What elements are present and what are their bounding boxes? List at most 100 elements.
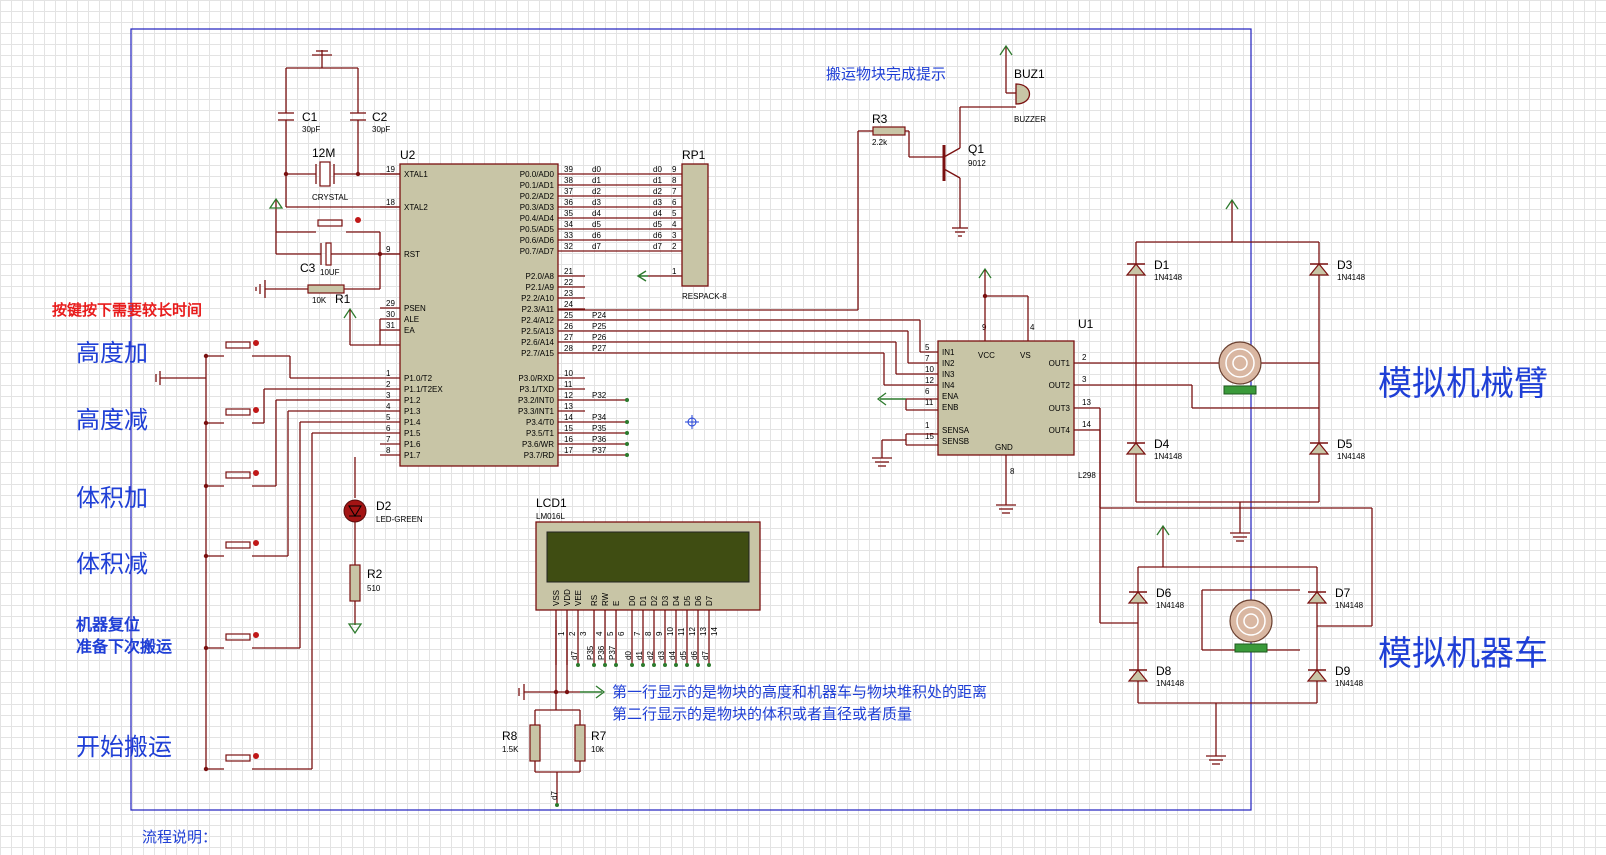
mcu-pin-number: 18: [386, 198, 395, 207]
net-label: d6: [653, 231, 662, 240]
net-label: d0: [592, 165, 601, 174]
mcu-pin-number: 15: [564, 424, 573, 433]
button-label-height-up: 高度加: [76, 339, 148, 367]
diode-symbol: [1308, 442, 1330, 455]
lcd-net-label: P35: [586, 645, 595, 660]
lcd1-module[interactable]: LCD1 LM016L VSS 1 VDD 2 VEE 3 d7 RS 4 P35 RW 5 P36 E 6…: [502, 496, 761, 807]
lcd-net-label: d0: [624, 651, 633, 660]
respack-rp1[interactable]: RP1 RESPACK-8 9 8 7 6 5 4 3 2 1: [636, 148, 727, 301]
push-button[interactable]: [225, 471, 251, 479]
push-button[interactable]: [225, 754, 251, 762]
mcu-pin-number: 37: [564, 187, 573, 196]
r2-ref: R2: [367, 567, 383, 581]
mcu-pin-number: 34: [564, 220, 573, 229]
l298-pin-number: 12: [925, 376, 934, 385]
button-indicator: [253, 340, 259, 346]
rp1-ref: RP1: [682, 148, 706, 162]
c2-ref: C2: [372, 110, 388, 124]
push-button[interactable]: [225, 541, 251, 549]
reset-circuit[interactable]: C3 10UF R1 10K: [255, 197, 400, 346]
r3-ref: R3: [872, 112, 888, 126]
lcd-pin-number: 14: [710, 627, 719, 636]
button-label-start: 开始搬运: [76, 733, 172, 761]
c3-value: 10UF: [320, 268, 340, 277]
mcu-pin-number: 5: [386, 413, 391, 422]
net-label: d2: [653, 187, 662, 196]
l298-pin-name: VCC: [978, 351, 995, 360]
mcu-pin-number: 35: [564, 209, 573, 218]
mcu-pin-name: P0.6/AD6: [520, 236, 555, 245]
net-label: d0: [653, 165, 662, 174]
button-label-height-down: 高度减: [76, 406, 148, 434]
rp1-pin-number: 2: [672, 242, 677, 251]
lcd-pin-number: 2: [568, 631, 577, 636]
lcd-net-label: d7: [570, 651, 579, 660]
net-label-d7-bottom: d7: [550, 791, 559, 800]
net-label: d6: [592, 231, 601, 240]
l298-pin-name: VS: [1020, 351, 1031, 360]
rp1-pin-number: 7: [672, 187, 677, 196]
net-label: P36: [592, 435, 607, 444]
net-label: d3: [592, 198, 601, 207]
l298-pin-name: SENSA: [942, 426, 970, 435]
lcd-pin-name: VDD: [563, 589, 572, 606]
l298-pin-name: OUT4: [1049, 426, 1071, 435]
cursor-marker: [685, 415, 699, 429]
net-label: d1: [653, 176, 662, 185]
push-button[interactable]: [225, 633, 251, 641]
mcu-pin-name: P1.5: [404, 429, 421, 438]
rp1-pin-number: 5: [672, 209, 677, 218]
net-label: P34: [592, 413, 607, 422]
net-terminal: [652, 663, 656, 667]
led-d2[interactable]: D2 LED-GREEN R2 510: [343, 457, 423, 635]
r8-value: 1.5K: [502, 745, 519, 754]
lcd-pin-number: 7: [633, 631, 642, 636]
c2-value: 30pF: [372, 125, 390, 134]
net-terminal: [625, 398, 629, 402]
diode-type: 1N4148: [1337, 452, 1366, 461]
mcu-pin-number: 25: [564, 311, 573, 320]
l298-pin-name: OUT1: [1049, 359, 1071, 368]
l298-pin-name: IN3: [942, 370, 955, 379]
mcu-pin-name: P1.2: [404, 396, 421, 405]
mcu-pin-number: 26: [564, 322, 573, 331]
l298-pin-name: IN2: [942, 359, 955, 368]
mcu-pin-name: P2.3/A11: [522, 305, 555, 314]
l298-pin-name: GND: [995, 443, 1013, 452]
motor-h-bridges[interactable]: D11N4148D31N4148D41N4148D51N4148D61N4148…: [1099, 198, 1373, 765]
crystal-circuit[interactable]: C1 30pF C2 30pF 12M CRYSTAL: [278, 50, 400, 208]
mcu-u2[interactable]: U2 19XTAL118XTAL29RST29PSEN30ALE31EA1P1.…: [380, 148, 938, 467]
l298-pin-name: OUT2: [1049, 381, 1071, 390]
net-terminal: [685, 663, 689, 667]
diode-symbol: [1127, 669, 1149, 682]
lcd-pin-number: 5: [606, 631, 615, 636]
mcu-pin-name: P0.1/AD1: [520, 181, 555, 190]
net-label: P26: [592, 333, 607, 342]
lcd-pin-name: RS: [590, 595, 599, 606]
lcd-pin-name: VEE: [574, 590, 583, 606]
diode-symbol: [1306, 591, 1328, 604]
lcd-pin-number: 4: [595, 631, 604, 636]
push-button[interactable]: [225, 341, 251, 349]
d2-type: LED-GREEN: [376, 515, 423, 524]
push-button[interactable]: [225, 408, 251, 416]
mcu-pin-number: 38: [564, 176, 573, 185]
l298-driver-u1[interactable]: U1 L298 5IN17IN210IN312IN46ENA11ENB1SENS…: [872, 267, 1100, 514]
mcu-pin-number: 1: [386, 369, 391, 378]
mcu-pin-name: P1.1/T2EX: [404, 385, 443, 394]
lcd-type: LM016L: [536, 512, 565, 521]
button-array[interactable]: [155, 340, 380, 772]
junction: [203, 353, 209, 359]
diode-ref: D3: [1337, 258, 1353, 272]
net-terminal: [614, 663, 618, 667]
lcd-pin-name: RW: [601, 592, 610, 606]
mcu-pin-name: P3.4/T0: [526, 418, 555, 427]
net-terminal: [625, 453, 629, 457]
net-terminal: [625, 420, 629, 424]
l298-pin-number: 14: [1082, 420, 1091, 429]
mcu-pin-name: P1.3: [404, 407, 421, 416]
mcu-pin-name: P0.0/AD0: [520, 170, 555, 179]
c1-ref: C1: [302, 110, 318, 124]
lcd-pin-number: 12: [688, 627, 697, 636]
buzzer-circuit[interactable]: BUZ1 BUZZER Q1 9012 R3 2.2k: [558, 44, 1046, 311]
